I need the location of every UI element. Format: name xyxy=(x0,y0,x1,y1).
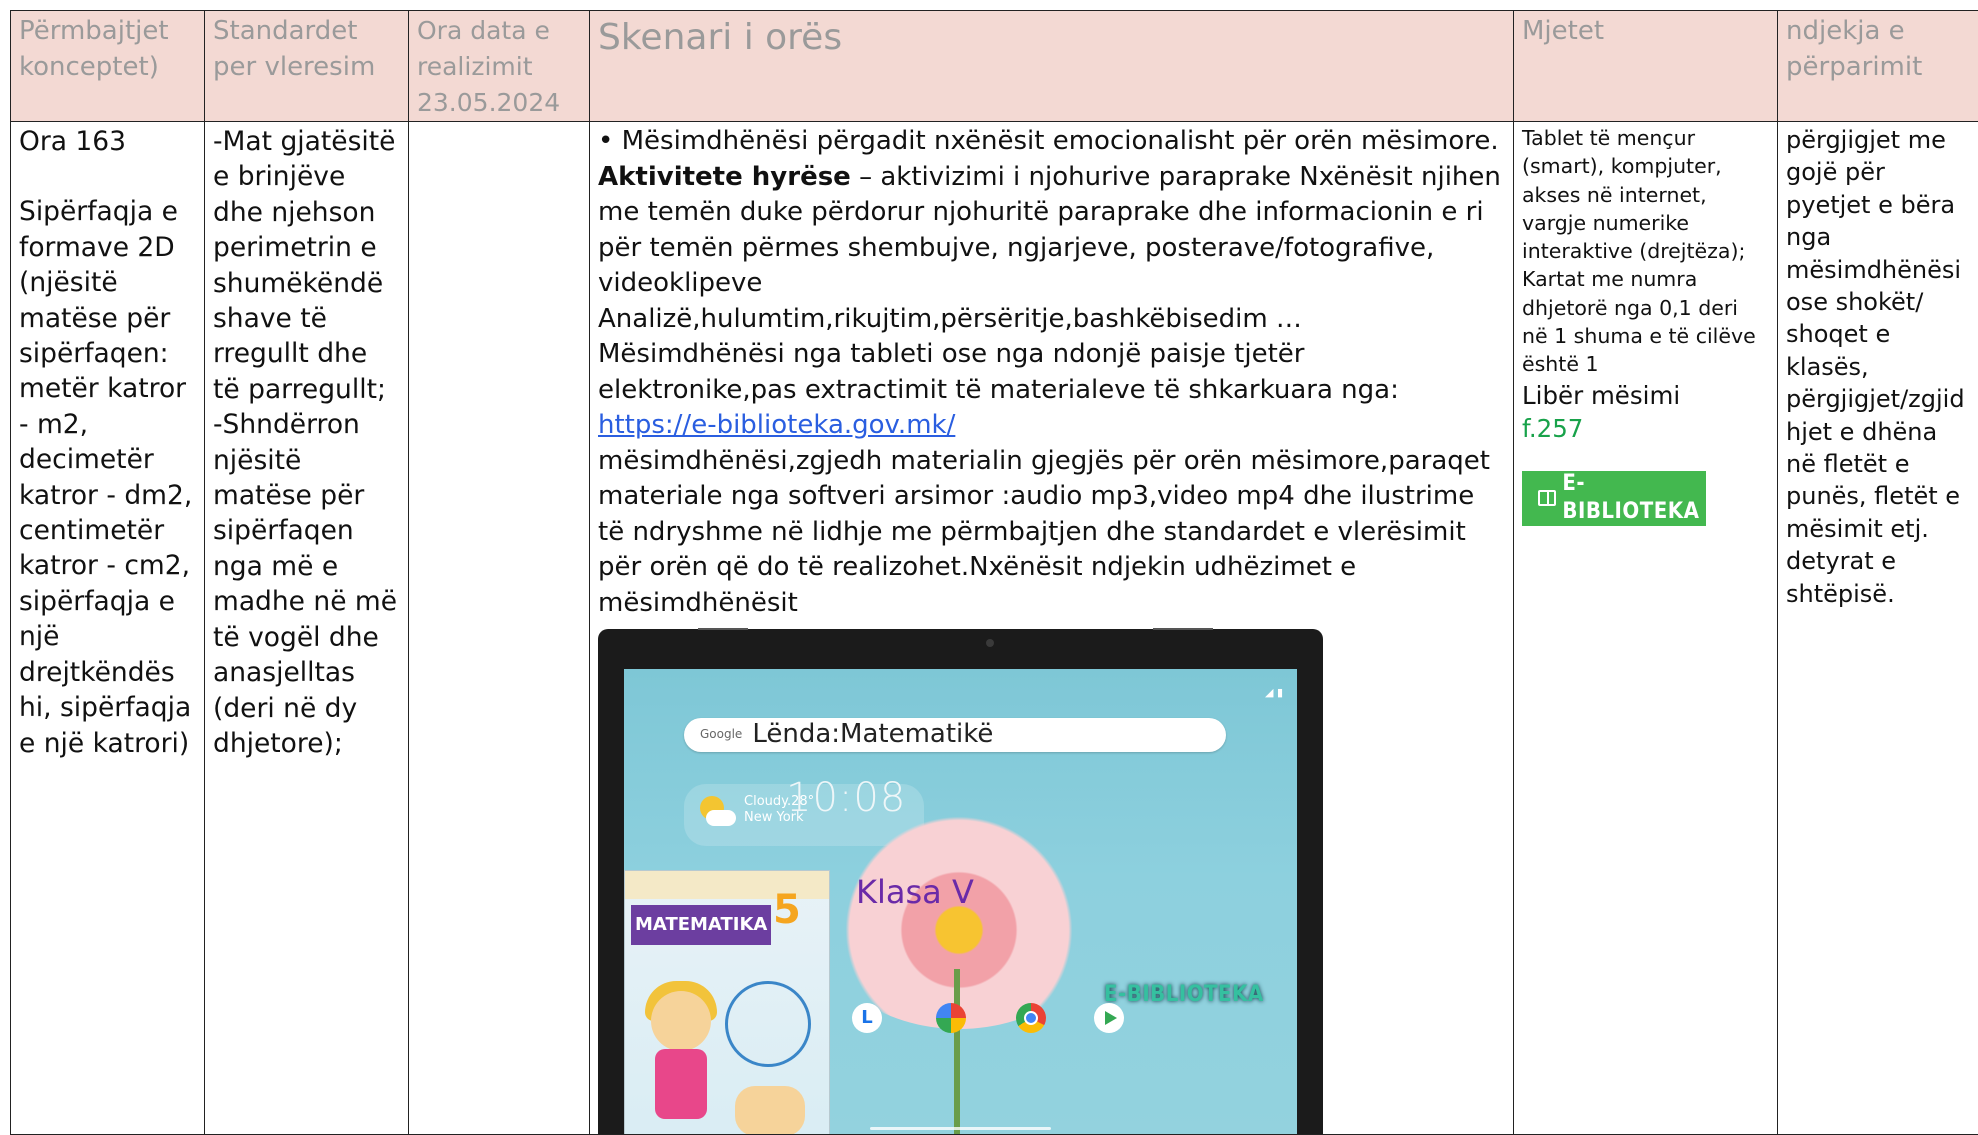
scenario-device: Mësimdhënësi nga tableti ose nga ndonjë … xyxy=(598,339,1399,405)
book-icon xyxy=(1538,490,1556,506)
header-ora-data: Ora data e realizimit 23.05.2024 xyxy=(409,11,590,122)
google-search-bar: Google Lënda:Matematikë xyxy=(684,718,1226,752)
status-bar-icons: ◢ ▮ xyxy=(1265,675,1283,711)
ebiblioteka-badge[interactable]: E-BIBLIOTEKA xyxy=(1522,471,1706,526)
lesson-number: Ora 163 xyxy=(19,126,126,157)
girl-illustration xyxy=(651,991,711,1051)
play-store-icon xyxy=(1094,1003,1124,1033)
cloud-icon xyxy=(706,810,736,826)
header-permbajtjet: Përmbajtjet konceptet) xyxy=(11,11,205,122)
scenario-bold-heading: Aktivitete hyrëse xyxy=(598,162,851,192)
textbook-label: Libër mësimi xyxy=(1522,381,1680,410)
content-row: Ora 163 Sipërfaqja e formave 2D (njësitë… xyxy=(11,122,1978,1135)
book-cover: MATEMATIKA 5 xyxy=(624,870,830,1134)
standardet-cell: -Mat gjatësitë e brinjëve dhe njehson pe… xyxy=(205,122,409,1135)
header-mjetet: Mjetet xyxy=(1514,11,1778,122)
flower-stem xyxy=(954,969,960,1134)
launcher-app-icon: L xyxy=(852,1003,882,1033)
scenario-intro: • Mësimdhënësi përgadit nxënësit emocion… xyxy=(598,126,1499,156)
ebiblioteka-link[interactable]: https://e-biblioteka.gov.mk/ xyxy=(598,410,955,440)
clock-text: 10:08 xyxy=(786,781,906,817)
badge-label: E-BIBLIOTEKA xyxy=(1562,470,1706,527)
camera-icon xyxy=(986,639,994,647)
chrome-app-icon xyxy=(1016,1003,1046,1033)
header-ndjekja: ndjekja e përparimit xyxy=(1778,11,1978,122)
book-title: MATEMATIKA xyxy=(631,905,771,945)
search-text: Lënda:Matematikë xyxy=(752,717,993,753)
book-number: 5 xyxy=(773,893,801,929)
google-logo: Google xyxy=(700,717,742,753)
tablet-screen: ◢ ▮ Google Lënda:Matematikë Cloudy.28°Ne… xyxy=(624,669,1297,1134)
ebiblioteka-logo: E-BIBLIOTEKA xyxy=(1104,977,1264,1013)
lesson-plan-table: Përmbajtjet konceptet) Standardet per vl… xyxy=(10,10,1978,1135)
ndjekja-cell: përgjigjet me gojë për pyetjet e bëra ng… xyxy=(1778,122,1978,1135)
scenario-materials: mësimdhënësi,zgjedh materialin gjegjës p… xyxy=(598,446,1490,618)
skenari-cell: • Mësimdhënësi përgadit nxënësit emocion… xyxy=(590,122,1514,1135)
permbajtjet-cell: Ora 163 Sipërfaqja e formave 2D (njësitë… xyxy=(11,122,205,1135)
header-row: Përmbajtjet konceptet) Standardet per vl… xyxy=(11,11,1978,122)
tablet-image: ◢ ▮ Google Lënda:Matematikë Cloudy.28°Ne… xyxy=(598,629,1323,1134)
standards-text: -Mat gjatësitë e brinjëve dhe njehson pe… xyxy=(213,126,397,759)
photos-app-icon xyxy=(936,1003,966,1033)
ora-data-cell xyxy=(409,122,590,1135)
klasa-label: Klasa V xyxy=(856,875,974,911)
nav-bar xyxy=(870,1127,1051,1130)
page-reference: f.257 xyxy=(1522,414,1583,443)
header-skenari: Skenari i orës xyxy=(590,11,1514,122)
tools-text: Tablet të mençur (smart), kompjuter, aks… xyxy=(1522,126,1756,376)
lesson-topic: Sipërfaqja e formave 2D (njësitë matëse … xyxy=(19,196,192,758)
mindmap-illustration xyxy=(725,981,811,1067)
assessment-text: përgjigjet me gojë për pyetjet e bëra ng… xyxy=(1786,126,1965,608)
mjetet-cell: Tablet të mençur (smart), kompjuter, aks… xyxy=(1514,122,1778,1135)
scenario-methods: Analizë,hulumtim,rikujtim,përsëritje,bas… xyxy=(598,304,1302,334)
header-standardet: Standardet per vleresim xyxy=(205,11,409,122)
